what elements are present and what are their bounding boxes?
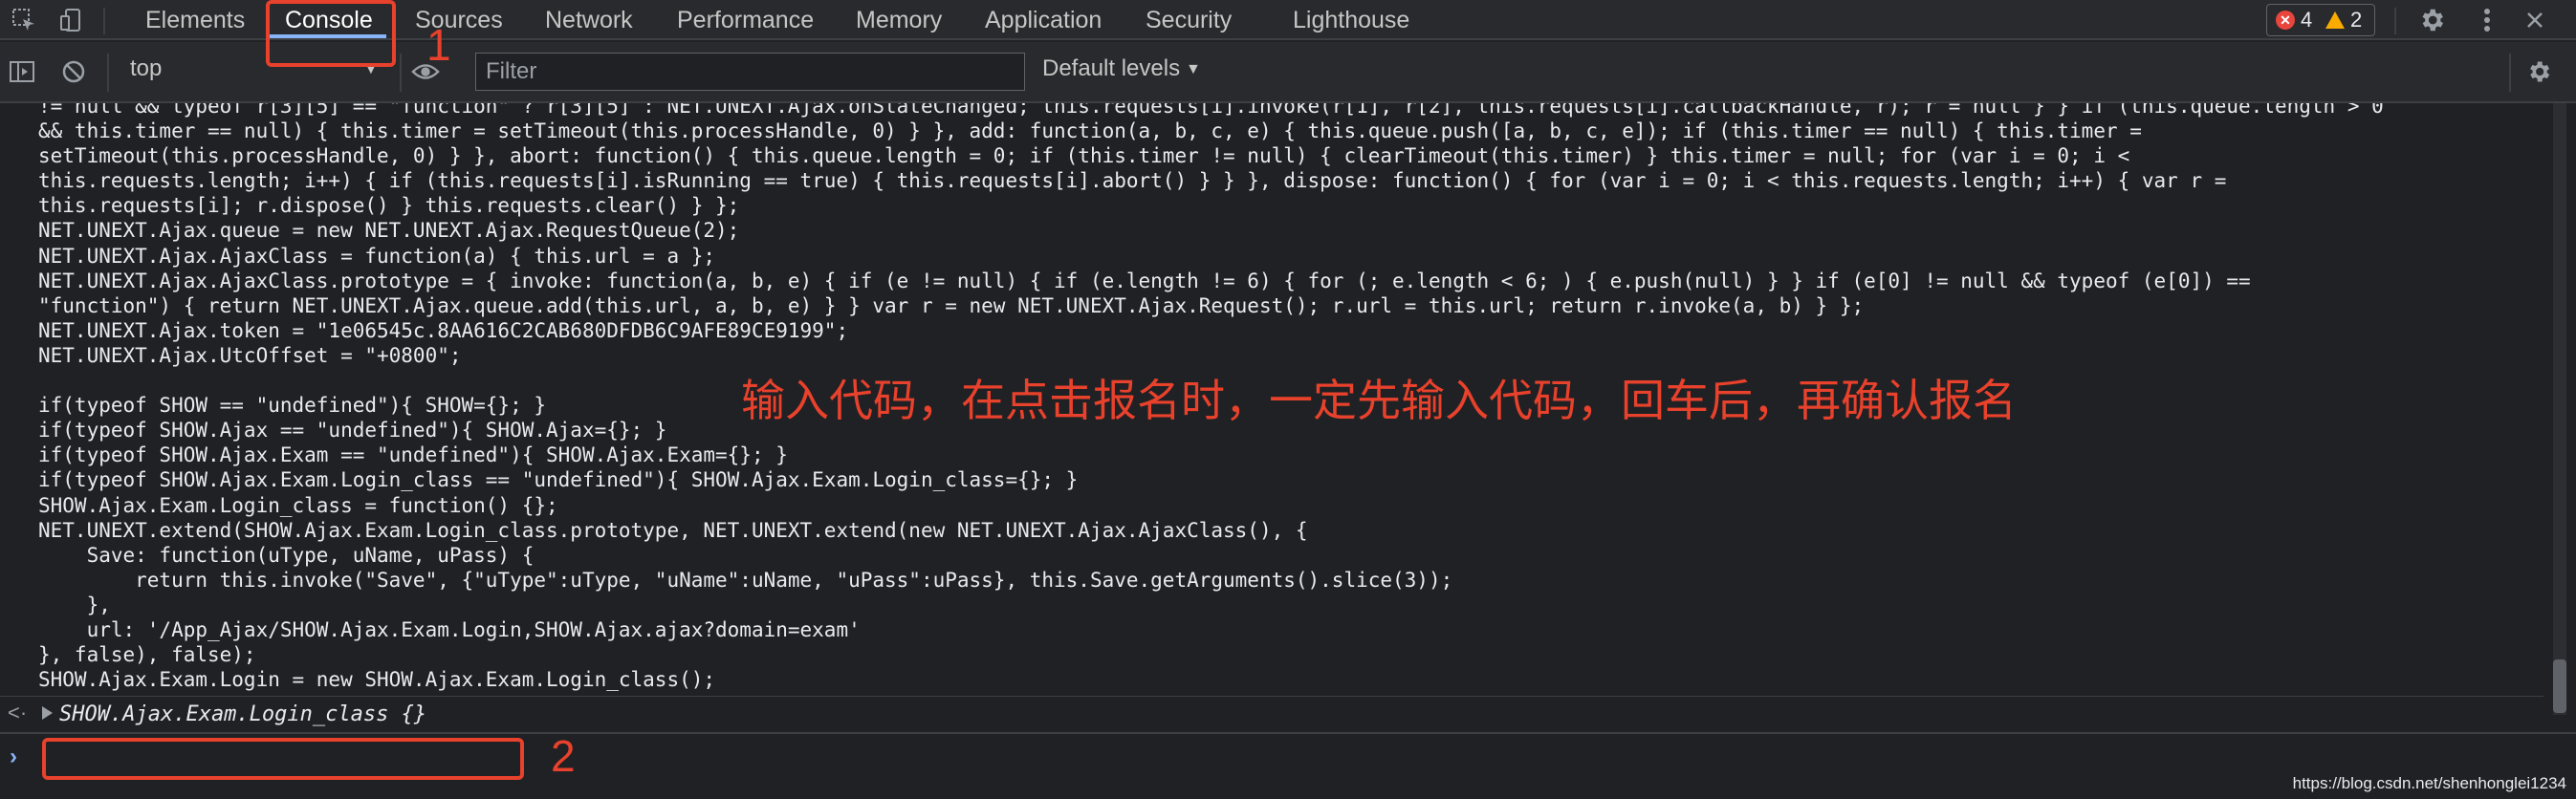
code-line: NET.UNEXT.Ajax.UtcOffset = "+0800";	[38, 343, 462, 367]
code-line: }, false), false);	[38, 643, 256, 667]
device-toolbar-icon[interactable]	[57, 6, 86, 34]
log-levels-dropdown[interactable]: Default levels	[1042, 55, 1180, 82]
toolbar-divider	[2394, 8, 2396, 34]
gear-icon[interactable]	[2417, 6, 2446, 34]
scrollbar-track[interactable]	[2553, 103, 2566, 715]
inspect-element-icon[interactable]	[10, 6, 38, 34]
close-icon[interactable]	[2521, 6, 2549, 34]
scrollbar-thumb[interactable]	[2553, 659, 2566, 713]
toolbar-divider	[103, 8, 105, 34]
code-line: != null && typeof r[3][5] == "function" …	[38, 103, 2384, 118]
sidebar-toggle-icon[interactable]	[8, 57, 36, 86]
code-line: return this.invoke("Save", {"uType":uTyp…	[38, 568, 1453, 592]
code-line: SHOW.Ajax.Exam.Login = new SHOW.Ajax.Exa…	[38, 668, 716, 692]
tab-lighthouse[interactable]: Lighthouse	[1293, 0, 1409, 40]
console-settings-icon[interactable]	[2524, 57, 2553, 86]
error-count: ✕ 4	[2276, 7, 2312, 33]
context-selector[interactable]: top	[130, 55, 162, 82]
filter-input[interactable]	[475, 53, 1025, 91]
toolbar-divider	[2509, 54, 2511, 92]
code-line: Save: function(uType, uName, uPass) {	[38, 543, 535, 567]
watermark: https://blog.csdn.net/shenhonglei1234	[2292, 774, 2566, 792]
warning-icon	[2325, 11, 2345, 29]
code-line: NET.UNEXT.Ajax.token = "1e06545c.8AA616C…	[38, 318, 849, 342]
console-result-value[interactable]: SHOW.Ajax.Exam.Login_class {}	[59, 702, 426, 726]
error-icon: ✕	[2276, 11, 2295, 30]
code-line: && this.timer == null) { this.timer = se…	[38, 119, 2142, 143]
console-result-row: <· SHOW.Ajax.Exam.Login_class {}	[0, 696, 2543, 732]
code-line: NET.UNEXT.Ajax.AjaxClass.prototype = { i…	[38, 269, 2251, 292]
tab-elements[interactable]: Elements	[145, 0, 245, 40]
warning-count: 2	[2325, 7, 2362, 33]
code-line: this.requests.length; i++) { if (this.re…	[38, 169, 2227, 193]
tab-network[interactable]: Network	[545, 0, 633, 40]
result-arrow-icon: <·	[8, 701, 28, 724]
code-line: "function") { return NET.UNEXT.Ajax.queu…	[38, 293, 1865, 317]
code-line: NET.UNEXT.Ajax.queue = new NET.UNEXT.Aja…	[38, 219, 740, 243]
toolbar-divider	[107, 54, 109, 92]
tab-application[interactable]: Application	[985, 0, 1102, 40]
code-line: if(typeof SHOW.Ajax.Exam.Login_class == …	[38, 468, 1079, 492]
tab-security[interactable]: Security	[1146, 0, 1232, 40]
annotation-box-console-input	[42, 738, 524, 780]
prompt-chevron-icon: ›	[10, 744, 17, 769]
code-line: },	[38, 593, 111, 616]
code-line: this.requests[i]; r.dispose() } this.req…	[38, 194, 740, 218]
clear-console-icon[interactable]	[59, 57, 88, 86]
annotation-box-console-tab	[266, 0, 396, 67]
annotation-instruction: 输入代码，在点击报名时，一定先输入代码，回车后，再确认报名	[741, 375, 2017, 426]
code-line: if(typeof SHOW.Ajax.Exam == "undefined")…	[38, 443, 788, 467]
code-line: SHOW.Ajax.Exam.Login_class = function() …	[38, 493, 558, 517]
tab-performance[interactable]: Performance	[677, 0, 814, 40]
chevron-down-icon[interactable]: ▼	[1186, 61, 1201, 78]
code-line: url: '/App_Ajax/SHOW.Ajax.Exam.Login,SHO…	[38, 617, 861, 641]
more-options-icon[interactable]	[2473, 6, 2501, 34]
annotation-number-1: 1	[426, 20, 451, 70]
code-line: setTimeout(this.processHandle, 0) } }, a…	[38, 144, 2130, 168]
annotation-number-2: 2	[551, 731, 576, 781]
expand-triangle-icon[interactable]	[42, 706, 53, 720]
toolbar-divider	[400, 54, 402, 92]
code-line: NET.UNEXT.Ajax.AjaxClass = function(a) {…	[38, 244, 716, 268]
code-line: NET.UNEXT.extend(SHOW.Ajax.Exam.Login_cl…	[38, 518, 1308, 542]
tab-memory[interactable]: Memory	[856, 0, 942, 40]
